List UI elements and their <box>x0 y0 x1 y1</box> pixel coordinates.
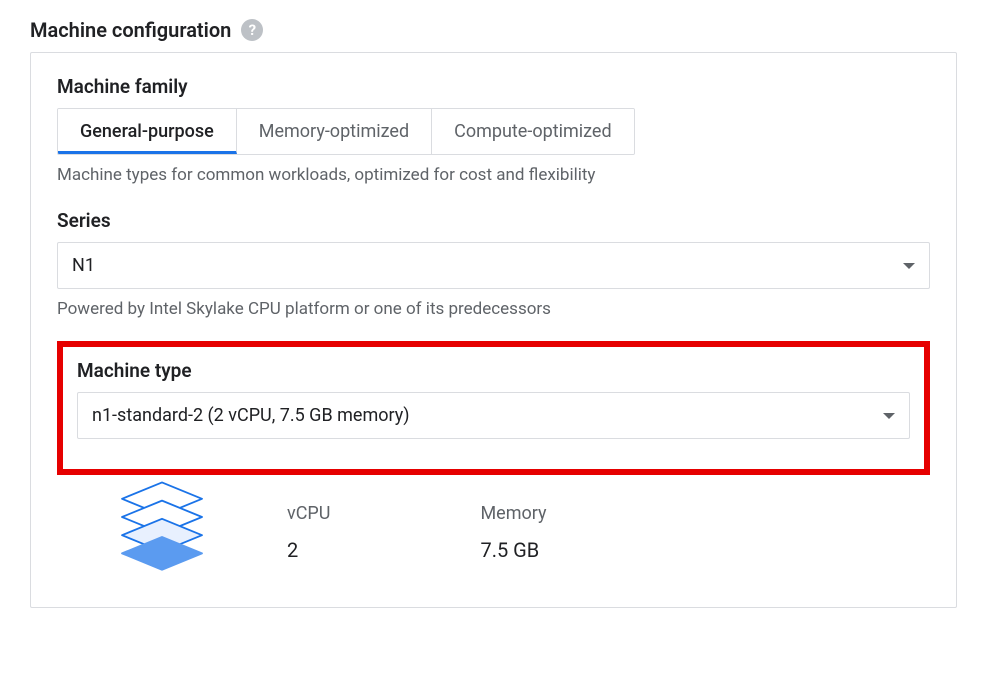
machine-type-label: Machine type <box>77 359 910 382</box>
layers-icon <box>107 477 217 577</box>
series-select[interactable]: N1 <box>57 242 930 289</box>
vcpu-label: vCPU <box>287 503 330 524</box>
series-label: Series <box>57 209 930 232</box>
tab-memory-optimized[interactable]: Memory-optimized <box>237 109 432 154</box>
vcpu-metric: vCPU 2 <box>287 503 330 562</box>
machine-type-select[interactable]: n1-standard-2 (2 vCPU, 7.5 GB memory) <box>77 392 910 439</box>
machine-family-hint: Machine types for common workloads, opti… <box>57 165 930 185</box>
machine-family-label: Machine family <box>57 75 930 98</box>
memory-label: Memory <box>480 503 546 524</box>
memory-metric: Memory 7.5 GB <box>480 503 546 562</box>
help-icon[interactable]: ? <box>241 19 263 41</box>
machine-type-highlight: Machine type n1-standard-2 (2 vCPU, 7.5 … <box>57 341 930 475</box>
chevron-down-icon <box>883 413 895 419</box>
chevron-down-icon <box>903 263 915 269</box>
section-title: Machine configuration <box>30 18 231 42</box>
vcpu-value: 2 <box>287 538 330 562</box>
metrics-row: vCPU 2 Memory 7.5 GB <box>287 493 930 562</box>
section-header: Machine configuration ? <box>30 18 957 42</box>
tab-general-purpose[interactable]: General-purpose <box>58 109 237 154</box>
machine-summary: vCPU 2 Memory 7.5 GB <box>107 477 930 577</box>
machine-type-value: n1-standard-2 (2 vCPU, 7.5 GB memory) <box>92 405 410 426</box>
series-block: Series N1 Powered by Intel Skylake CPU p… <box>57 209 930 319</box>
memory-value: 7.5 GB <box>480 538 546 562</box>
series-hint: Powered by Intel Skylake CPU platform or… <box>57 299 930 319</box>
machine-family-tabs: General-purpose Memory-optimized Compute… <box>57 108 635 155</box>
series-value: N1 <box>72 255 95 276</box>
machine-config-panel: Machine family General-purpose Memory-op… <box>30 52 957 608</box>
tab-compute-optimized[interactable]: Compute-optimized <box>432 109 634 154</box>
